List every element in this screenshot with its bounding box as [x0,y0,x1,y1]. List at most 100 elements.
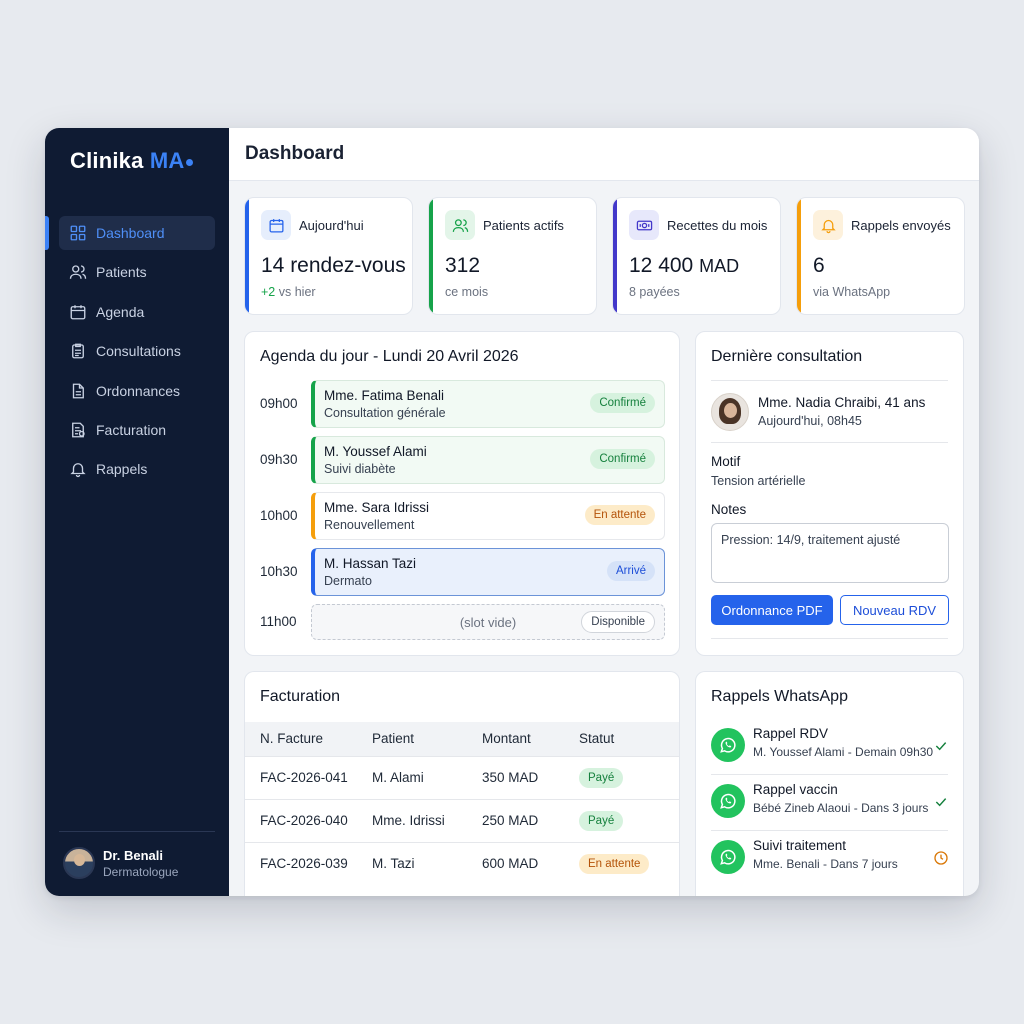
app-logo: Clinika MA [70,148,194,174]
sidebar-item-label: Patients [96,264,147,281]
stat-card-patients[interactable]: Patients actifs 312 ce mois [428,197,597,315]
table-row[interactable]: FAC-2026-040 Mme. Idrissi 250 MAD Payé [245,798,679,842]
motif-value: Tension artérielle [711,474,806,488]
bell-icon [813,210,843,240]
reminder-title: Suivi traitement [753,838,847,853]
stat-value: 14 rendez-vous [261,254,406,277]
whatsapp-reminders-card: Rappels WhatsApp Rappel RDV M. Youssef A… [695,671,964,896]
status-badge: Payé [579,810,624,831]
bell-icon [70,463,86,478]
consultation-title: Dernière consultation [711,348,863,365]
slot-time: 09h30 [260,452,298,467]
divider [711,380,948,381]
appointment-type: Renouvellement [324,518,415,532]
ordonnance-pdf-button[interactable]: Ordonnance PDF [711,595,833,625]
agenda-slot[interactable]: 10h00 Mme. Sara Idrissi Renouvellement E… [245,492,679,542]
slot-time: 11h00 [260,614,297,629]
patient-avatar [711,393,749,431]
user-name: Dr. Benali [103,847,163,863]
appointment-type: Suivi diabète [324,462,396,476]
column-header[interactable]: N. Facture [245,722,372,756]
user-profile[interactable]: Dr. Benali Dermatologue [63,847,178,879]
reminder-item[interactable]: Rappel vaccin Bébé Zineb Alaoui - Dans 3… [711,774,949,830]
stat-sub: +2 vs hier [261,285,316,299]
users-icon [69,265,87,280]
invoice-patient: Mme. Idrissi [372,798,482,842]
appointment-card[interactable]: M. Youssef Alami Suivi diabète Confirmé [311,436,665,484]
last-consultation-card: Dernière consultation Mme. Nadia Chraibi… [695,331,964,656]
appointment-card[interactable]: M. Hassan Tazi Dermato Arrivé [311,548,665,596]
sidebar-item-label: Rappels [96,461,148,478]
stat-card-today[interactable]: Aujourd'hui 14 rendez-vous +2 vs hier [244,197,413,315]
motif-label: Motif [711,454,741,469]
invoice-status-cell: Payé [579,755,679,799]
table-row[interactable]: FAC-2026-039 M. Tazi 600 MAD En attente [245,841,679,885]
sidebar-item-label: Facturation [96,421,167,438]
invoice-amount: 600 MAD [482,841,579,885]
stat-sub: 8 payées [629,285,680,299]
column-header[interactable]: Statut [579,722,679,756]
status-badge: Disponible [581,611,655,633]
sidebar-item-patients[interactable]: Patients [59,255,215,289]
consultation-patient: Mme. Nadia Chraibi, 41 ans [758,395,926,410]
appointment-type: Dermato [324,574,372,588]
reminder-item[interactable]: Suivi traitement Mme. Benali - Dans 7 jo… [711,830,949,886]
sidebar-item-label: Agenda [96,303,145,320]
sidebar-item-consultations[interactable]: Consultations [59,334,215,368]
stat-value: 6 [813,254,825,277]
column-header[interactable]: Montant [482,722,579,756]
empty-slot[interactable]: (slot vide) Disponible [311,604,665,640]
agenda-slot-empty[interactable]: 11h00 (slot vide) Disponible [245,604,679,654]
grid-icon [70,225,86,241]
divider [711,442,948,443]
reminders-title: Rappels WhatsApp [711,688,848,705]
slot-time: 10h00 [260,508,298,523]
logo-main: Clinika [70,148,144,173]
agenda-slot[interactable]: 10h30 M. Hassan Tazi Dermato Arrivé [245,548,679,598]
stat-sub: ce mois [445,285,489,299]
stat-card-revenue[interactable]: Recettes du mois 12 400 MAD 8 payées [612,197,781,315]
sidebar-item-rappels[interactable]: Rappels [59,452,215,486]
invoice-patient: M. Alami [372,755,482,799]
sidebar-item-facturation[interactable]: Facturation [59,413,215,447]
table-header: N. Facture Patient Montant Statut [245,722,679,756]
new-appointment-button[interactable]: Nouveau RDV [840,595,949,625]
sidebar-item-label: Consultations [96,343,181,360]
invoice-status-cell: En attente [579,841,679,885]
sidebar-divider [59,831,215,832]
sidebar-item-dashboard[interactable]: Dashboard [45,216,215,250]
agenda-slot[interactable]: 09h00 Mme. Fatima Benali Consultation gé… [245,380,679,430]
consultation-date: Aujourd'hui, 08h45 [758,414,862,428]
stat-card-reminders[interactable]: Rappels envoyés 6 via WhatsApp [796,197,965,315]
column-header[interactable]: Patient [372,722,482,756]
invoice-amount: 350 MAD [482,755,579,799]
reminder-detail: M. Youssef Alami - Demain 09h30 [753,745,934,759]
reminder-title: Rappel vaccin [753,782,838,797]
status-badge: En attente [584,505,655,525]
stat-unit: MAD [699,256,740,276]
sidebar-item-agenda[interactable]: Agenda [59,295,215,329]
stat-label: Recettes du mois [667,218,768,233]
users-icon [445,210,475,240]
whatsapp-icon [711,784,745,818]
slot-time: 09h00 [260,396,298,411]
stat-label: Patients actifs [483,218,564,233]
stat-sub: via WhatsApp [813,285,891,299]
stat-amount: 12 400 [629,254,694,277]
notes-field[interactable]: Pression: 14/9, traitement ajusté [711,523,949,583]
status-badge: Confirmé [590,449,655,469]
appointment-patient: M. Youssef Alami [324,444,427,459]
table-row[interactable]: FAC-2026-041 M. Alami 350 MAD Payé [245,755,679,799]
appointment-card[interactable]: Mme. Sara Idrissi Renouvellement En atte… [311,492,665,540]
page-title: Dashboard [245,143,345,164]
user-role: Dermatologue [103,864,179,879]
sidebar-item-ordonnances[interactable]: Ordonnances [59,374,215,408]
agenda-slot[interactable]: 09h30 M. Youssef Alami Suivi diabète Con… [245,436,679,486]
reminder-item[interactable]: Rappel RDV M. Youssef Alami - Demain 09h… [711,718,949,774]
check-icon [935,742,947,751]
stat-label: Aujourd'hui [299,218,364,233]
appointment-card[interactable]: Mme. Fatima Benali Consultation générale… [311,380,665,428]
stat-delta: +2 [261,285,276,299]
document-icon [72,383,84,398]
appointment-patient: M. Hassan Tazi [324,556,417,571]
